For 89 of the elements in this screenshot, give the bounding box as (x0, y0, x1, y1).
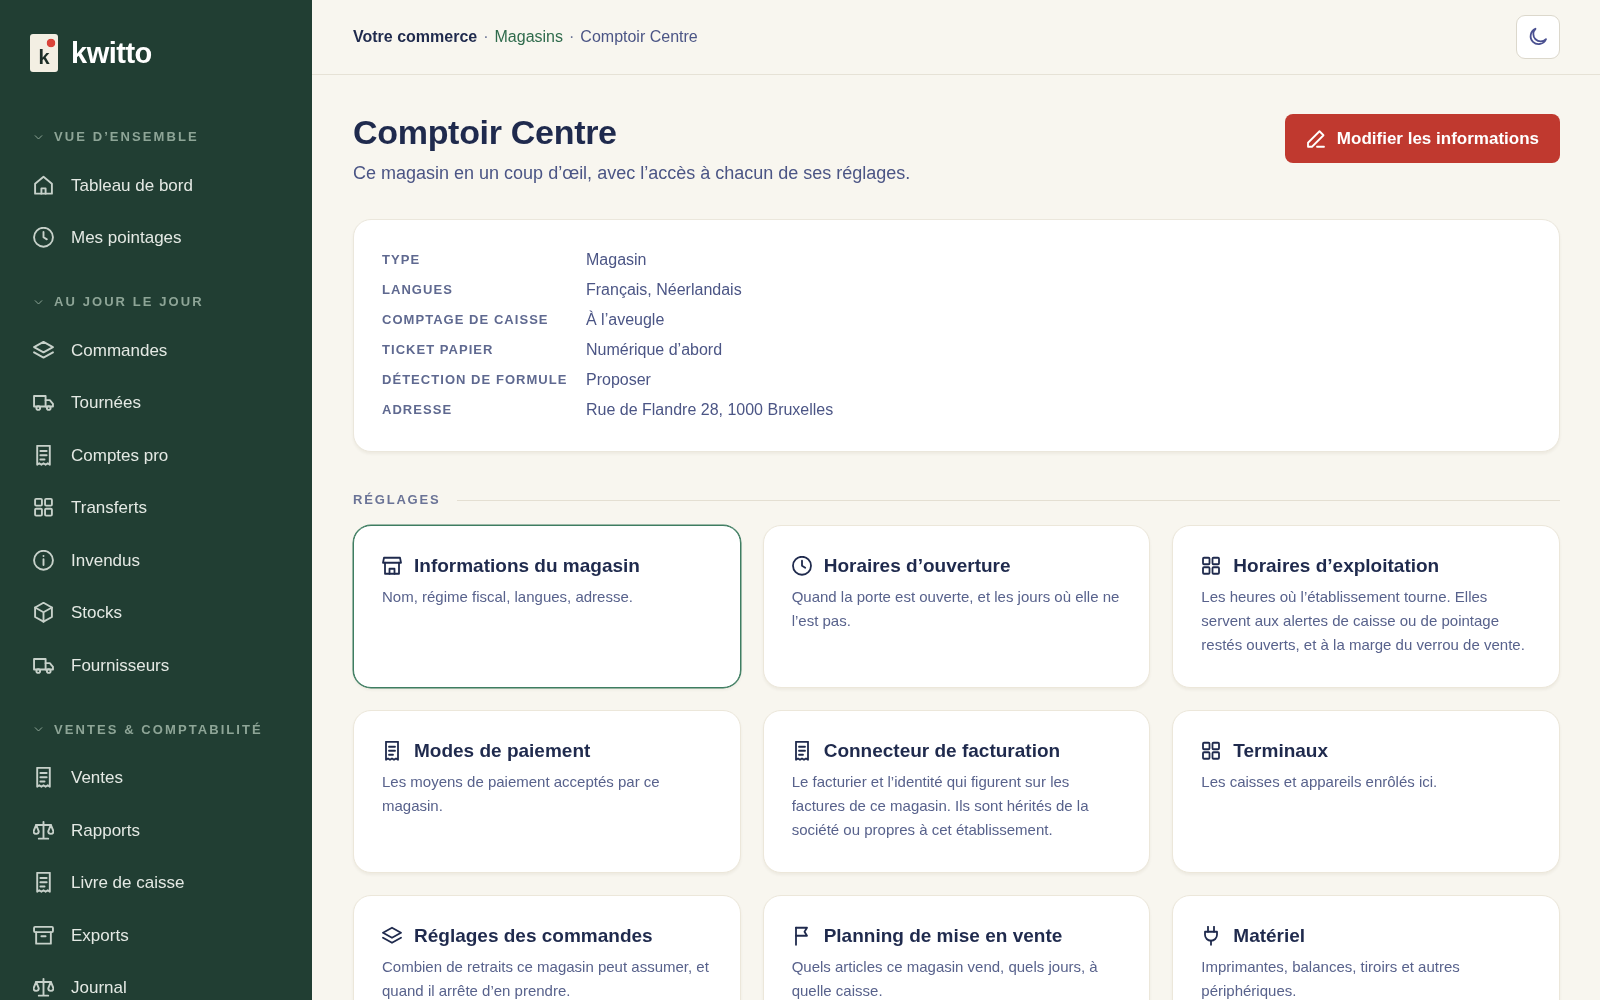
card-description: Imprimantes, balances, tiroirs et autres périphériques. (1201, 957, 1461, 1000)
clock-icon (791, 556, 812, 576)
home-icon (33, 174, 54, 196)
receipt-icon (382, 741, 402, 761)
card-title: Réglages des commandes (414, 924, 653, 948)
receipt-icon (33, 872, 54, 894)
nav-item[interactable]: Commandes (30, 324, 178, 377)
page-subtitle: Ce magasin en un coup d’œil, avec l’accès à chacun de ses réglages. (353, 162, 911, 185)
detail-label: TICKET PAPIER (382, 341, 495, 360)
settings-card[interactable]: Matériel Imprimantes, balances, tiroirs et autres périphériques. (1172, 895, 1560, 1000)
detail-value: Magasin (586, 250, 647, 270)
card-title: Informations du magasin (414, 554, 640, 578)
scale-icon (33, 819, 54, 841)
nav-item[interactable]: Invendus (30, 534, 150, 587)
card-description: Le facturier et l’identité qui figurent sur les factures de ce magasin. Ils sont hérités de la société ou propres à cet établissement. (791, 772, 1090, 840)
card-title: Horaires d’ouverture (823, 554, 1011, 578)
detail-label: DÉTECTION DE FORMULE (382, 371, 569, 390)
card-description: Les moyens de paiement acceptés par ce magasin. (382, 772, 661, 816)
section-toggle[interactable]: VENTES & COMPTABILITÉ (30, 719, 263, 740)
section-heading: RÉGLAGES (353, 491, 441, 510)
nav-item[interactable]: Tournées (30, 376, 151, 429)
breadcrumb-link[interactable]: Magasins (494, 25, 563, 49)
clock-icon (33, 227, 54, 249)
layers-icon (382, 926, 402, 946)
section-toggle[interactable]: AU JOUR LE JOUR (30, 292, 204, 312)
moon-icon (1528, 27, 1548, 47)
nav-item[interactable]: Comptes pro (30, 429, 179, 482)
nav-item[interactable]: Journal (30, 961, 137, 1000)
info-icon (33, 549, 54, 571)
detail-label: ADRESSE (382, 401, 454, 420)
truck-icon (33, 392, 54, 414)
nav-item[interactable]: Rapports (30, 804, 150, 857)
card-title: Modes de paiement (414, 739, 591, 763)
nav-item[interactable]: Ventes (30, 751, 133, 804)
theme-toggle-button[interactable] (1516, 15, 1560, 59)
detail-label: COMPTAGE DE CAISSE (382, 311, 550, 330)
cube-icon (33, 602, 54, 624)
pencil-icon (1305, 128, 1326, 149)
card-title: Terminaux (1233, 739, 1328, 763)
settings-card[interactable]: Planning de mise en vente Quels articles ce magasin vend, quels jours, à quelle caisse. (762, 895, 1151, 1000)
detail-value: Numérique d’abord (586, 340, 723, 360)
breadcrumb-current: Comptoir Centre (580, 27, 698, 47)
breadcrumb-link[interactable]: Votre commerce (353, 25, 478, 49)
card-description: Quels articles ce magasin vend, quels jours, à quelle caisse. (791, 957, 1099, 1000)
card-description: Nom, régime fiscal, langues, adresse. (382, 587, 634, 607)
card-description: Les heures où l’établissement tourne. Elles servent aux alertes de caisse ou de pointage restés ouverts, et à la marge du verrou de vente. (1201, 587, 1526, 655)
nav-item[interactable]: Exports (30, 909, 139, 962)
grid-icon (1201, 741, 1222, 761)
section-toggle[interactable]: VUE D’ENSEMBLE (30, 127, 199, 147)
store-icon (382, 556, 402, 576)
scale-icon (33, 977, 54, 999)
archive-icon (33, 924, 54, 946)
receipt-icon (33, 444, 54, 466)
nav-item[interactable]: Fournisseurs (30, 639, 180, 692)
breadcrumb-separator: · (483, 27, 489, 47)
settings-card[interactable]: Modes de paiement Les moyens de paiement acceptés par ce magasin. (353, 710, 741, 873)
nav-item[interactable]: Mes pointages (30, 211, 192, 264)
detail-label: TYPE (382, 251, 422, 270)
card-title: Horaires d’exploitation (1233, 554, 1440, 578)
settings-card[interactable]: Connecteur de facturation Le facturier et l’identité qui figurent sur les factures de ce magasin. Ils sont hérités de la société ou propres à cet établissement. (762, 710, 1151, 873)
breadcrumb-separator: · (569, 27, 575, 47)
card-description: Les caisses et appareils enrôlés ici. (1201, 772, 1439, 792)
settings-card[interactable]: Terminaux Les caisses et appareils enrôlés ici. (1172, 710, 1560, 873)
detail-value: Rue de Flandre 28, 1000 Bruxelles (586, 400, 834, 420)
nav-item[interactable]: Livre de caisse (30, 856, 195, 909)
logo-mark: k (30, 34, 58, 72)
receipt-icon (33, 767, 54, 789)
settings-card[interactable]: Horaires d’ouverture Quand la porte est ouverte, et les jours où elle ne l’est pas. (762, 525, 1151, 688)
settings-card[interactable]: Informations du magasin Nom, régime fiscal, langues, adresse. (353, 525, 741, 688)
nav-item[interactable]: Tableau de bord (30, 159, 203, 212)
settings-card[interactable]: Horaires d’exploitation Les heures où l’établissement tourne. Elles servent aux alertes de caisse ou de pointage restés ouverts, et à la marge du verrou de vente. (1172, 525, 1560, 688)
page-title: Comptoir Centre (353, 112, 618, 152)
edit-button[interactable]: Modifier les informations (1284, 114, 1560, 163)
card-description: Combien de retraits ce magasin peut assumer, et quand il arrête d’en prendre. (382, 957, 710, 1000)
settings-card[interactable]: Réglages des commandes Combien de retraits ce magasin peut assumer, et quand il arrête d’en prendre. (353, 895, 741, 1000)
card-title: Planning de mise en vente (823, 924, 1063, 948)
card-description: Quand la porte est ouverte, et les jours où elle ne l’est pas. (791, 587, 1121, 631)
layers-icon (33, 339, 54, 361)
grid-icon (33, 497, 54, 519)
detail-label: LANGUES (382, 281, 454, 300)
detail-value: À l’aveugle (586, 309, 665, 330)
nav-item[interactable]: Transferts (30, 481, 157, 534)
card-title: Connecteur de facturation (823, 739, 1061, 763)
nav-item[interactable]: Stocks (30, 586, 133, 639)
detail-value: Proposer (586, 370, 651, 390)
card-title: Matériel (1233, 924, 1306, 948)
brand-name: kwitto (71, 38, 152, 68)
grid-icon (1201, 556, 1222, 576)
detail-value: Français, Néerlandais (586, 280, 742, 300)
